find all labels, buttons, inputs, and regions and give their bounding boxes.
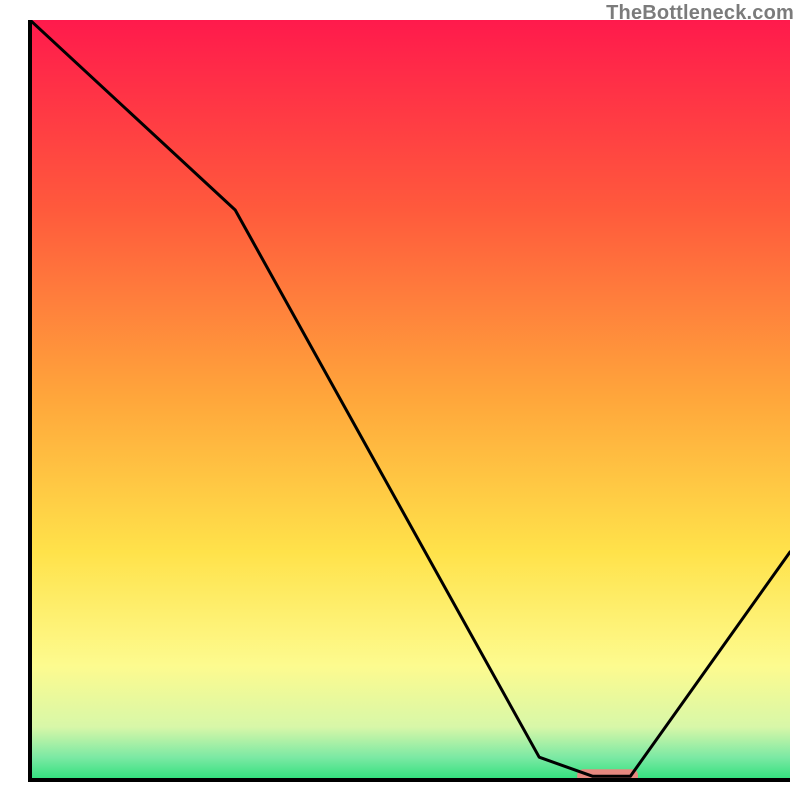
chart-svg [0,0,800,800]
watermark-text: TheBottleneck.com [606,2,794,25]
gradient-background [30,20,790,780]
chart-stage: TheBottleneck.com [0,0,800,800]
